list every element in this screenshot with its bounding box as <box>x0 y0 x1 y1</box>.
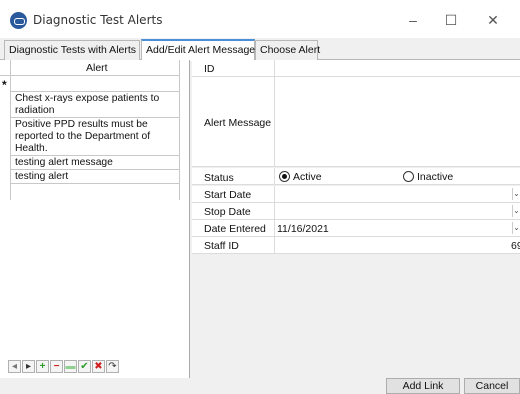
stop-date-dropdown-icon[interactable]: ⌄ <box>512 205 520 217</box>
table-row[interactable]: testing alert <box>11 170 180 184</box>
alerts-grid-pane: Alert * Chest x-rays expose patients to … <box>0 60 190 378</box>
cancel-edit-button[interactable]: ✖ <box>92 360 105 373</box>
close-button[interactable]: ✕ <box>478 8 508 32</box>
date-entered-dropdown-icon[interactable]: ⌄ <box>512 222 520 234</box>
status-inactive-label[interactable]: Inactive <box>417 171 453 183</box>
id-field[interactable] <box>274 60 520 76</box>
minimize-button[interactable]: – <box>398 8 428 32</box>
window-title: Diagnostic Test Alerts <box>33 13 163 27</box>
alert-message-label: Alert Message <box>204 117 272 129</box>
cancel-button[interactable]: Cancel <box>464 378 520 394</box>
new-row[interactable] <box>11 76 180 92</box>
grid-rows: Chest x-rays expose patients to radiatio… <box>11 92 180 184</box>
edit-record-button[interactable]: ▬ <box>64 360 77 373</box>
title-bar: Diagnostic Test Alerts – ☐ ✕ <box>0 0 520 38</box>
tab-add-edit-alert-messages[interactable]: Add/Edit Alert Messages <box>141 39 260 61</box>
grid-column-header[interactable]: Alert <box>0 60 180 76</box>
maximize-button[interactable]: ☐ <box>436 8 466 32</box>
date-entered-field[interactable]: 11/16/2021 ⌄ <box>274 220 520 236</box>
add-record-button[interactable]: + <box>36 360 49 373</box>
first-record-button[interactable]: ◂ <box>8 360 21 373</box>
app-logo-icon <box>10 12 27 29</box>
alert-detail-form: ID Alert Message Status Active Inactive … <box>192 60 520 378</box>
start-date-row: Start Date ⌄ <box>192 186 520 203</box>
stop-date-label: Stop Date <box>204 206 251 218</box>
date-entered-row: Date Entered 11/16/2021 ⌄ <box>192 220 520 237</box>
refresh-button[interactable]: ↷ <box>106 360 119 373</box>
status-label: Status <box>204 172 234 184</box>
table-row[interactable]: Chest x-rays expose patients to radiatio… <box>11 92 180 118</box>
status-active-radio[interactable] <box>279 171 290 182</box>
staff-id-field[interactable]: 69 <box>274 237 520 253</box>
tab-diagnostic-tests-with-alerts[interactable]: Diagnostic Tests with Alerts <box>4 40 140 60</box>
bottom-button-bar: Add Link Cancel <box>0 378 520 394</box>
table-row[interactable]: Positive PPD results must be reported to… <box>11 118 180 156</box>
save-record-button[interactable]: ✔ <box>78 360 91 373</box>
tab-strip: Diagnostic Tests with Alerts Add/Edit Al… <box>0 38 520 61</box>
row-indicator-column: * <box>0 60 11 200</box>
grid-divider <box>179 60 180 200</box>
start-date-dropdown-icon[interactable]: ⌄ <box>512 188 520 200</box>
table-row[interactable]: testing alert message <box>11 156 180 170</box>
stop-date-field[interactable]: ⌄ <box>274 203 520 219</box>
date-entered-value: 11/16/2021 <box>277 223 329 235</box>
delete-record-button[interactable]: − <box>50 360 63 373</box>
alert-message-row: Alert Message <box>192 77 520 167</box>
grid-column-header-label: Alert <box>86 62 108 74</box>
start-date-field[interactable]: ⌄ <box>274 186 520 202</box>
add-link-button[interactable]: Add Link <box>386 378 460 394</box>
staff-id-row: Staff ID 69 <box>192 237 520 254</box>
start-date-label: Start Date <box>204 189 252 201</box>
next-record-button[interactable]: ▸ <box>22 360 35 373</box>
alert-message-field[interactable] <box>274 77 520 166</box>
id-row: ID <box>192 60 520 77</box>
id-label: ID <box>204 63 215 75</box>
status-row: Status Active Inactive <box>192 168 520 185</box>
tab-choose-alert[interactable]: Choose Alert <box>255 40 320 60</box>
date-entered-label: Date Entered <box>204 223 266 235</box>
staff-id-value: 69 <box>511 240 520 252</box>
status-active-label[interactable]: Active <box>293 171 322 183</box>
status-field: Active Inactive <box>274 168 520 184</box>
status-inactive-radio[interactable] <box>403 171 414 182</box>
stop-date-row: Stop Date ⌄ <box>192 203 520 220</box>
new-row-marker: * <box>2 78 7 92</box>
staff-id-label: Staff ID <box>204 240 239 252</box>
